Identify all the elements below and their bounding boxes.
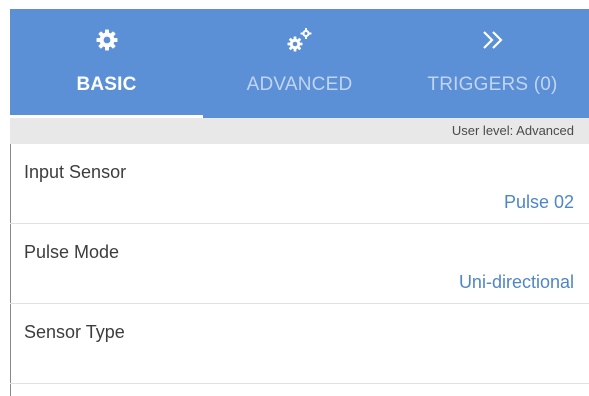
- setting-row-input-sensor[interactable]: Input Sensor Pulse 02: [10, 144, 589, 224]
- setting-value: Pulse 02: [503, 192, 574, 212]
- tab-bar: BASIC ADVANCED TRIGGERS (0): [10, 9, 589, 118]
- gears-icon: [286, 26, 314, 54]
- user-level-text: User level: Advanced: [451, 123, 574, 138]
- setting-row-sensor-type[interactable]: Sensor Type: [10, 304, 589, 384]
- user-level-bar: User level: Advanced: [10, 118, 589, 144]
- setting-row-pulse-mode[interactable]: Pulse Mode Uni-directional: [10, 224, 589, 304]
- setting-title: Input Sensor: [24, 162, 127, 182]
- tab-basic[interactable]: BASIC: [10, 9, 203, 118]
- setting-title: Sensor Type: [24, 322, 125, 342]
- tab-basic-label: BASIC: [76, 74, 137, 95]
- settings-screen: BASIC ADVANCED TRIGGERS (0) User level: …: [10, 9, 589, 396]
- tab-advanced[interactable]: ADVANCED: [203, 9, 396, 118]
- setting-title: Pulse Mode: [24, 242, 120, 262]
- setting-value: Uni-directional: [458, 272, 574, 292]
- tab-advanced-label: ADVANCED: [246, 74, 353, 95]
- gear-icon: [95, 26, 119, 54]
- tab-triggers[interactable]: TRIGGERS (0): [396, 9, 589, 118]
- double-chevron-right-icon: [479, 26, 507, 54]
- tab-triggers-label: TRIGGERS (0): [427, 74, 558, 95]
